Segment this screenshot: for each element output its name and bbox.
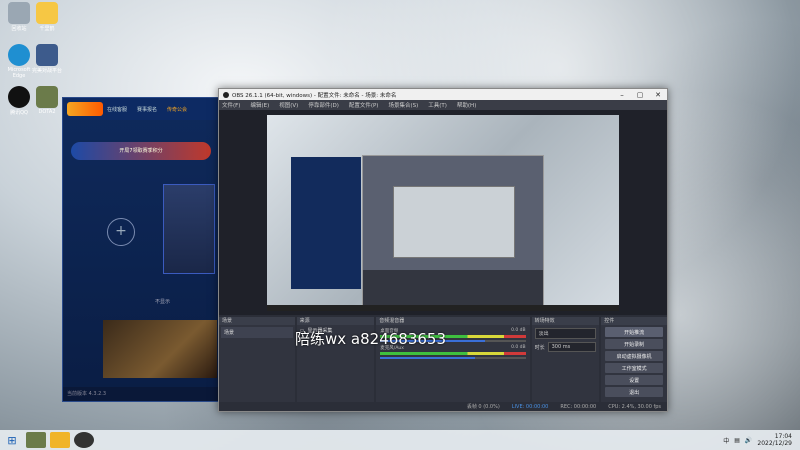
obs-menubar: 文件(F) 编辑(E) 视图(V) 停靠部件(D) 配置文件(P) 场景集合(S…: [219, 100, 667, 110]
volume-meter: [380, 352, 526, 355]
minimize-button[interactable]: –: [613, 91, 631, 99]
menu-view[interactable]: 视图(V): [279, 101, 298, 109]
obs-window: OBS 26.1.1 (64-bit, windows) - 配置文件: 未命名…: [218, 88, 668, 412]
dota2-icon: [36, 86, 58, 108]
transition-type-select[interactable]: 淡出: [534, 328, 597, 339]
menu-edit[interactable]: 编辑(E): [250, 101, 269, 109]
windows-start-icon[interactable]: ⊞: [0, 434, 24, 447]
desktop-icon-label: 回收站: [11, 26, 27, 32]
menu-help[interactable]: 帮助(H): [457, 101, 476, 109]
taskbar-app-dota[interactable]: [26, 432, 46, 448]
close-button[interactable]: ✕: [649, 91, 667, 99]
sources-header: 来源: [296, 317, 375, 325]
preview-nested-obs: [362, 155, 544, 307]
desktop-icon-label: DOTA2: [38, 109, 56, 115]
obs-window-title: OBS 26.1.1 (64-bit, windows) - 配置文件: 未命名…: [232, 92, 397, 99]
clock-time: 17:04: [774, 433, 792, 440]
launcher-logo: [67, 102, 103, 116]
preview-mini-taskbar: [267, 305, 619, 311]
menu-file[interactable]: 文件(F): [222, 101, 240, 109]
player-card[interactable]: [163, 184, 215, 274]
scenes-dock: 场景 场景 + − ∧ ∨: [219, 317, 295, 411]
scenes-header: 场景: [219, 317, 295, 325]
mixer-db: 0.0 dB: [511, 345, 526, 350]
preview-nested-inner: [393, 186, 515, 258]
menu-scene-collection[interactable]: 场景集合(S): [388, 101, 418, 109]
transitions-dock: 转场特效 淡出 时长 300 ms: [531, 317, 600, 411]
menu-docks[interactable]: 停靠部件(D): [308, 101, 339, 109]
add-icon[interactable]: +: [107, 218, 135, 246]
clock[interactable]: 17:04 2022/12/29: [757, 433, 792, 447]
launcher-tab-support[interactable]: 在线客服: [107, 106, 127, 113]
desktop-icon-label: 完美对战平台: [31, 68, 62, 74]
obs-preview[interactable]: [219, 110, 667, 315]
obs-statusbar: 丢帧 0 (0.0%) LIVE: 00:00:00 REC: 00:00:00…: [219, 402, 667, 411]
transition-duration-row: 时长 300 ms: [535, 342, 597, 352]
duration-label: 时长: [534, 344, 545, 351]
desktop-icon-label: 腾讯QQ: [10, 110, 28, 116]
mixer-header: 音频混音器: [376, 317, 530, 325]
transition-type-row: 淡出: [534, 328, 597, 339]
preview-nested-docks: [363, 270, 543, 306]
watermark-overlay: 陪练wx a824683653: [295, 330, 446, 348]
virtual-camera-button[interactable]: 启动虚拟摄像机: [605, 351, 663, 361]
menu-tools[interactable]: 工具(T): [428, 101, 447, 109]
volume-icon[interactable]: 🔊: [745, 437, 752, 444]
obs-titlebar: OBS 26.1.1 (64-bit, windows) - 配置文件: 未命名…: [219, 89, 667, 100]
desktop-icon-app[interactable]: 千里鹤: [30, 2, 64, 32]
preview-mini-launcher: [291, 157, 361, 289]
dropped-frames: 丢帧 0 (0.0%): [466, 404, 500, 410]
settings-button[interactable]: 设置: [605, 375, 663, 385]
controls-dock: 控件 开始推流 开始录制 启动虚拟摄像机 工作室模式 设置 退出: [601, 317, 667, 411]
scene-item[interactable]: 场景: [221, 327, 293, 338]
obs-logo-icon: [223, 91, 229, 98]
launcher-tab-guild[interactable]: 传奇公会: [167, 106, 187, 113]
start-streaming-button[interactable]: 开始推流: [605, 327, 663, 337]
edge-icon: [8, 44, 30, 66]
desktop-icon-platform[interactable]: 完美对战平台: [30, 44, 64, 74]
transitions-header: 转场特效: [531, 317, 600, 325]
duration-input[interactable]: 300 ms: [547, 342, 597, 352]
taskbar-app-folder[interactable]: [50, 432, 70, 448]
launcher-tab-events[interactable]: 赛事报名: [137, 106, 157, 113]
launcher-footer: 当前版本 4.3.2.3: [63, 387, 219, 401]
menu-profile[interactable]: 配置文件(P): [349, 101, 379, 109]
desktop-icon-label: 千里鹤: [39, 26, 55, 32]
clock-date: 2022/12/29: [757, 440, 792, 447]
network-icon[interactable]: ▤: [734, 437, 740, 444]
qq-icon: [8, 86, 30, 108]
platform-icon: [36, 44, 58, 66]
desktop-icon-dota2[interactable]: DOTA2: [30, 86, 64, 115]
system-tray: 中 ▤ 🔊 17:04 2022/12/29: [723, 433, 800, 447]
volume-slider[interactable]: [380, 357, 526, 359]
app-icon: [36, 2, 58, 24]
taskbar-app-obs[interactable]: [74, 432, 94, 448]
launcher-toggle-label[interactable]: 不显示: [155, 298, 170, 305]
controls-header: 控件: [601, 317, 667, 325]
ime-indicator[interactable]: 中: [723, 436, 729, 445]
recycle-bin-icon: [8, 2, 30, 24]
taskbar: ⊞ 中 ▤ 🔊 17:04 2022/12/29: [0, 430, 800, 450]
exit-button[interactable]: 退出: [605, 387, 663, 397]
start-recording-button[interactable]: 开始录制: [605, 339, 663, 349]
live-timer: LIVE: 00:00:00: [511, 403, 549, 410]
studio-mode-button[interactable]: 工作室模式: [605, 363, 663, 373]
maximize-button[interactable]: ▢: [631, 91, 649, 99]
launcher-header: 在线客服 赛事报名 传奇公会: [63, 98, 219, 120]
cpu-usage: CPU: 2.4%, 30.00 fps: [608, 403, 661, 410]
game-launcher-window: 在线客服 赛事报名 传奇公会 开局7领取赛季积分 + 不显示 当前版本 4.3.…: [62, 97, 220, 402]
preview-canvas: [267, 115, 619, 311]
launcher-banner[interactable]: 开局7领取赛季积分: [71, 142, 211, 160]
rec-timer: REC: 00:00:00: [560, 403, 597, 410]
game-poster[interactable]: [103, 320, 217, 378]
mixer-db: 0.0 dB: [511, 328, 526, 333]
desktop-icon-label: Microsoft Edge: [7, 67, 31, 79]
